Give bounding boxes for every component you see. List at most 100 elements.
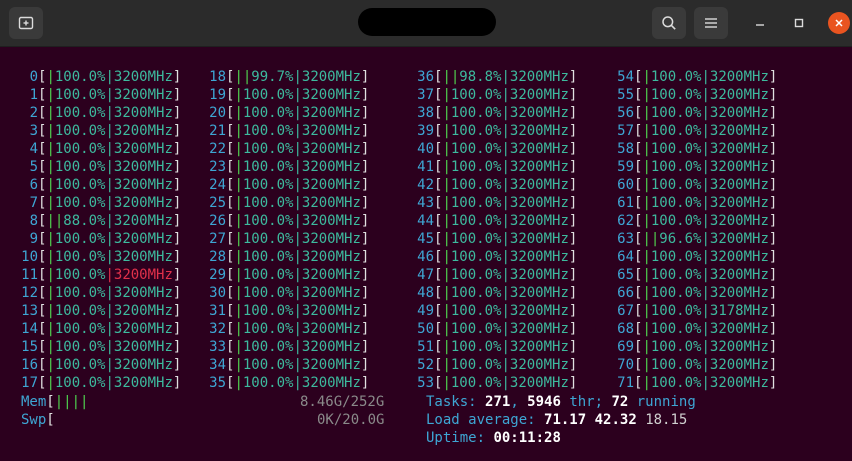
cpu-bar: | bbox=[442, 159, 451, 175]
cpu-percent: 100.0% bbox=[54, 375, 106, 391]
cpu-label: 2 bbox=[29, 105, 38, 121]
cpu-bar: | bbox=[46, 87, 55, 103]
cpu-frequency: 3200MHz bbox=[709, 213, 769, 229]
cpu-bar: | bbox=[442, 339, 451, 355]
threads-label: thr; bbox=[560, 394, 612, 410]
cpu-percent: 100.0% bbox=[650, 213, 702, 229]
cpu-percent: 100.0% bbox=[54, 321, 106, 337]
cpu-label: 64 bbox=[617, 249, 634, 265]
cpu-meter: 51[|100.0%|3200MHz] bbox=[408, 338, 577, 356]
cpu-meter: 28[|100.0%|3200MHz] bbox=[200, 248, 369, 266]
cpu-meter: 26[|100.0%|3200MHz] bbox=[200, 212, 369, 230]
cpu-label: 0 bbox=[29, 69, 38, 85]
cpu-label: 49 bbox=[417, 303, 434, 319]
cpu-label: 18 bbox=[209, 69, 226, 85]
mem-bar: |||| bbox=[54, 394, 89, 410]
cpu-frequency: 3200MHz bbox=[113, 69, 173, 85]
cpu-label: 39 bbox=[417, 123, 434, 139]
cpu-bar: | bbox=[442, 123, 451, 139]
cpu-frequency: 3200MHz bbox=[113, 357, 173, 373]
cpu-bar: | bbox=[642, 303, 651, 319]
cpu-label: 52 bbox=[417, 357, 434, 373]
new-tab-icon bbox=[18, 16, 34, 30]
cpu-label: 1 bbox=[29, 87, 38, 103]
cpu-bar: | bbox=[46, 249, 55, 265]
cpu-frequency: 3200MHz bbox=[301, 87, 361, 103]
cpu-frequency: 3200MHz bbox=[301, 231, 361, 247]
cpu-frequency: 3200MHz bbox=[113, 195, 173, 211]
cpu-label: 50 bbox=[417, 321, 434, 337]
terminal-area[interactable]: 0[|100.0%|3200MHz] 1[|100.0%|3200MHz] 2[|1… bbox=[0, 47, 852, 461]
cpu-frequency: 3200MHz bbox=[509, 303, 569, 319]
cpu-frequency: 3200MHz bbox=[509, 267, 569, 283]
cpu-meter: 44[|100.0%|3200MHz] bbox=[408, 212, 577, 230]
cpu-meter: 52[|100.0%|3200MHz] bbox=[408, 356, 577, 374]
cpu-percent: 99.7% bbox=[251, 69, 294, 85]
cpu-meter: 19[|100.0%|3200MHz] bbox=[200, 86, 369, 104]
cpu-bar: | bbox=[442, 375, 451, 391]
cpu-percent: 100.0% bbox=[54, 141, 106, 157]
cpu-bar: | bbox=[46, 159, 55, 175]
cpu-meter: 14[|100.0%|3200MHz] bbox=[12, 320, 181, 338]
new-tab-button[interactable] bbox=[9, 7, 43, 39]
cpu-bar: || bbox=[234, 69, 252, 85]
load-15min: 18.15 bbox=[645, 412, 688, 428]
cpu-bar: | bbox=[46, 231, 55, 247]
cpu-bar: | bbox=[642, 285, 651, 301]
cpu-bar: | bbox=[442, 213, 451, 229]
cpu-percent: 100.0% bbox=[450, 375, 502, 391]
cpu-percent: 96.6% bbox=[659, 231, 702, 247]
menu-button[interactable] bbox=[694, 7, 728, 39]
cpu-bar: | bbox=[642, 177, 651, 193]
cpu-meter: 20[|100.0%|3200MHz] bbox=[200, 104, 369, 122]
cpu-bar: || bbox=[642, 231, 660, 247]
cpu-percent: 100.0% bbox=[650, 321, 702, 337]
cpu-meter: 47[|100.0%|3200MHz] bbox=[408, 266, 577, 284]
cpu-bar: | bbox=[442, 357, 451, 373]
cpu-bar: || bbox=[442, 69, 460, 85]
cpu-percent: 100.0% bbox=[54, 339, 106, 355]
cpu-meter: 55[|100.0%|3200MHz] bbox=[608, 86, 777, 104]
cpu-meter: 36[||98.8%|3200MHz] bbox=[408, 68, 577, 86]
cpu-percent: 100.0% bbox=[650, 177, 702, 193]
cpu-percent: 100.0% bbox=[650, 159, 702, 175]
cpu-meter: 71[|100.0%|3200MHz] bbox=[608, 374, 777, 392]
cpu-meter: 54[|100.0%|3200MHz] bbox=[608, 68, 777, 86]
cpu-meter: 45[|100.0%|3200MHz] bbox=[408, 230, 577, 248]
cpu-percent: 100.0% bbox=[450, 159, 502, 175]
cpu-frequency: 3200MHz bbox=[709, 141, 769, 157]
cpu-meter: 18[||99.7%|3200MHz] bbox=[200, 68, 369, 86]
cpu-meter: 46[|100.0%|3200MHz] bbox=[408, 248, 577, 266]
cpu-bar: | bbox=[642, 321, 651, 337]
cpu-bar: | bbox=[234, 339, 243, 355]
cpu-label: 38 bbox=[417, 105, 434, 121]
cpu-bar: | bbox=[442, 321, 451, 337]
cpu-label: 30 bbox=[209, 285, 226, 301]
cpu-bar: | bbox=[234, 321, 243, 337]
cpu-meter: 32[|100.0%|3200MHz] bbox=[200, 320, 369, 338]
tasks-line: Tasks: 271, 5946 thr; 72 running bbox=[426, 393, 696, 411]
cpu-meter: 42[|100.0%|3200MHz] bbox=[408, 176, 577, 194]
maximize-button[interactable] bbox=[788, 12, 810, 34]
cpu-label: 17 bbox=[21, 375, 38, 391]
cpu-label: 46 bbox=[417, 249, 434, 265]
minimize-button[interactable] bbox=[749, 12, 771, 34]
cpu-label: 27 bbox=[209, 231, 226, 247]
cpu-meter: 69[|100.0%|3200MHz] bbox=[608, 338, 777, 356]
cpu-label: 3 bbox=[29, 123, 38, 139]
cpu-frequency: 3200MHz bbox=[113, 285, 173, 301]
cpu-meter: 59[|100.0%|3200MHz] bbox=[608, 158, 777, 176]
cpu-label: 20 bbox=[209, 105, 226, 121]
cpu-label: 67 bbox=[617, 303, 634, 319]
close-button[interactable] bbox=[828, 12, 850, 34]
cpu-bar: | bbox=[642, 213, 651, 229]
cpu-frequency: 3200MHz bbox=[709, 375, 769, 391]
load-5min: 42.32 bbox=[594, 412, 637, 428]
cpu-bar: | bbox=[442, 195, 451, 211]
cpu-percent: 100.0% bbox=[242, 357, 294, 373]
cpu-meter: 13[|100.0%|3200MHz] bbox=[12, 302, 181, 320]
cpu-percent: 100.0% bbox=[242, 267, 294, 283]
cpu-frequency: 3200MHz bbox=[113, 303, 173, 319]
swap-meter: Swp[ bbox=[21, 412, 55, 428]
search-button[interactable] bbox=[652, 7, 686, 39]
